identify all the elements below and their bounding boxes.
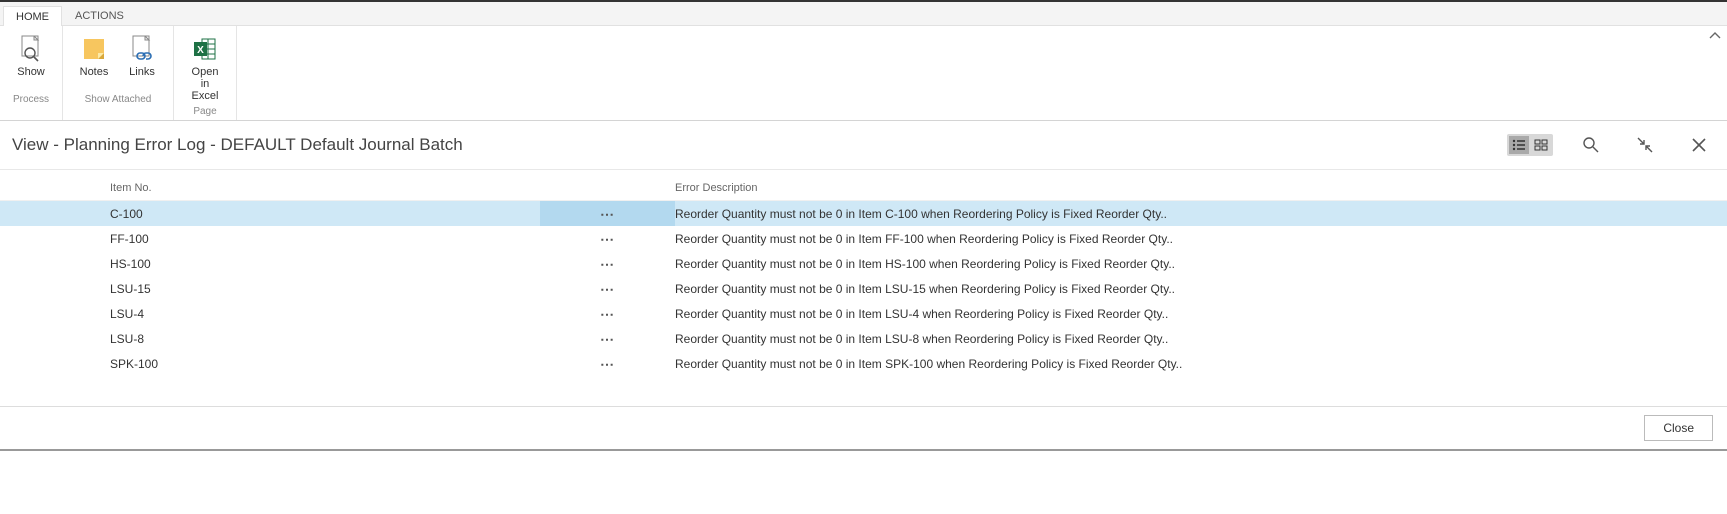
close-icon [1690, 136, 1708, 154]
excel-icon: X [190, 34, 220, 64]
window-bottom-border [0, 449, 1727, 451]
list-icon [1512, 139, 1526, 151]
note-icon [79, 34, 109, 64]
show-label: Show [17, 66, 45, 90]
links-button[interactable]: Links [121, 32, 163, 92]
view-list-button[interactable] [1509, 136, 1529, 154]
table-row[interactable]: LSU-4⋯Reorder Quantity must not be 0 in … [0, 301, 1727, 326]
notes-label: Notes [80, 66, 109, 90]
row-actions-menu[interactable]: ⋯ [540, 210, 675, 218]
grid: Item No. Error Description C-100⋯Reorder… [0, 176, 1727, 376]
row-actions-menu[interactable]: ⋯ [540, 310, 675, 318]
cell-error-description: Reorder Quantity must not be 0 in Item L… [675, 332, 1727, 346]
table-row[interactable]: LSU-8⋯Reorder Quantity must not be 0 in … [0, 326, 1727, 351]
close-button[interactable]: Close [1644, 415, 1713, 441]
page-title-bar: View - Planning Error Log - DEFAULT Defa… [0, 121, 1727, 170]
footer: Close [0, 406, 1727, 449]
table-row[interactable]: FF-100⋯Reorder Quantity must not be 0 in… [0, 226, 1727, 251]
page-link-icon [127, 34, 157, 64]
cell-item-no: LSU-15 [110, 282, 540, 296]
cell-error-description: Reorder Quantity must not be 0 in Item H… [675, 257, 1727, 271]
close-x-button[interactable] [1683, 129, 1715, 161]
tab-actions[interactable]: ACTIONS [62, 5, 137, 25]
cell-item-no: LSU-4 [110, 307, 540, 321]
cell-item-no: HS-100 [110, 257, 540, 271]
svg-text:X: X [197, 45, 204, 56]
tab-home[interactable]: HOME [3, 6, 62, 26]
ribbon: Show Process Notes [0, 26, 1727, 121]
view-toggle [1507, 134, 1553, 156]
cell-error-description: Reorder Quantity must not be 0 in Item S… [675, 357, 1727, 371]
tiles-icon [1534, 139, 1548, 151]
table-row[interactable]: C-100⋯Reorder Quantity must not be 0 in … [0, 201, 1727, 226]
cell-item-no: SPK-100 [110, 357, 540, 371]
page-title: View - Planning Error Log - DEFAULT Defa… [12, 135, 1507, 155]
cell-error-description: Reorder Quantity must not be 0 in Item L… [675, 282, 1727, 296]
table-row[interactable]: LSU-15⋯Reorder Quantity must not be 0 in… [0, 276, 1727, 301]
row-actions-menu[interactable]: ⋯ [540, 285, 675, 293]
show-button[interactable]: Show [10, 32, 52, 92]
ribbon-group-page: X Open in Excel Page [174, 26, 237, 120]
group-caption-show-attached: Show Attached [67, 92, 169, 108]
page-magnify-icon [16, 34, 46, 64]
ribbon-collapse-button[interactable] [1709, 30, 1721, 44]
cell-item-no: LSU-8 [110, 332, 540, 346]
grid-header: Item No. Error Description [0, 176, 1727, 201]
grid-body: C-100⋯Reorder Quantity must not be 0 in … [0, 201, 1727, 376]
open-in-excel-label: Open in Excel [186, 66, 224, 102]
collapse-arrows-icon [1636, 136, 1654, 154]
search-icon [1582, 136, 1600, 154]
cell-item-no: C-100 [110, 207, 540, 221]
cell-item-no: FF-100 [110, 232, 540, 246]
row-actions-menu[interactable]: ⋯ [540, 360, 675, 368]
pop-in-button[interactable] [1629, 129, 1661, 161]
header-item-no[interactable]: Item No. [110, 182, 540, 194]
search-button[interactable] [1575, 129, 1607, 161]
row-actions-menu[interactable]: ⋯ [540, 235, 675, 243]
header-error-description[interactable]: Error Description [675, 182, 1727, 194]
row-actions-menu[interactable]: ⋯ [540, 335, 675, 343]
group-caption-process: Process [4, 92, 58, 108]
table-row[interactable]: HS-100⋯Reorder Quantity must not be 0 in… [0, 251, 1727, 276]
ribbon-tabstrip: HOME ACTIONS [0, 2, 1727, 26]
cell-error-description: Reorder Quantity must not be 0 in Item F… [675, 232, 1727, 246]
notes-button[interactable]: Notes [73, 32, 115, 92]
links-label: Links [129, 66, 155, 90]
cell-error-description: Reorder Quantity must not be 0 in Item L… [675, 307, 1727, 321]
table-row[interactable]: SPK-100⋯Reorder Quantity must not be 0 i… [0, 351, 1727, 376]
group-caption-page: Page [178, 104, 232, 120]
cell-error-description: Reorder Quantity must not be 0 in Item C… [675, 207, 1727, 221]
ribbon-group-process: Show Process [0, 26, 63, 120]
title-actions [1507, 129, 1715, 161]
view-tiles-button[interactable] [1531, 136, 1551, 154]
ribbon-group-show-attached: Notes Links Show Attached [63, 26, 174, 120]
row-actions-menu[interactable]: ⋯ [540, 260, 675, 268]
open-in-excel-button[interactable]: X Open in Excel [184, 32, 226, 104]
